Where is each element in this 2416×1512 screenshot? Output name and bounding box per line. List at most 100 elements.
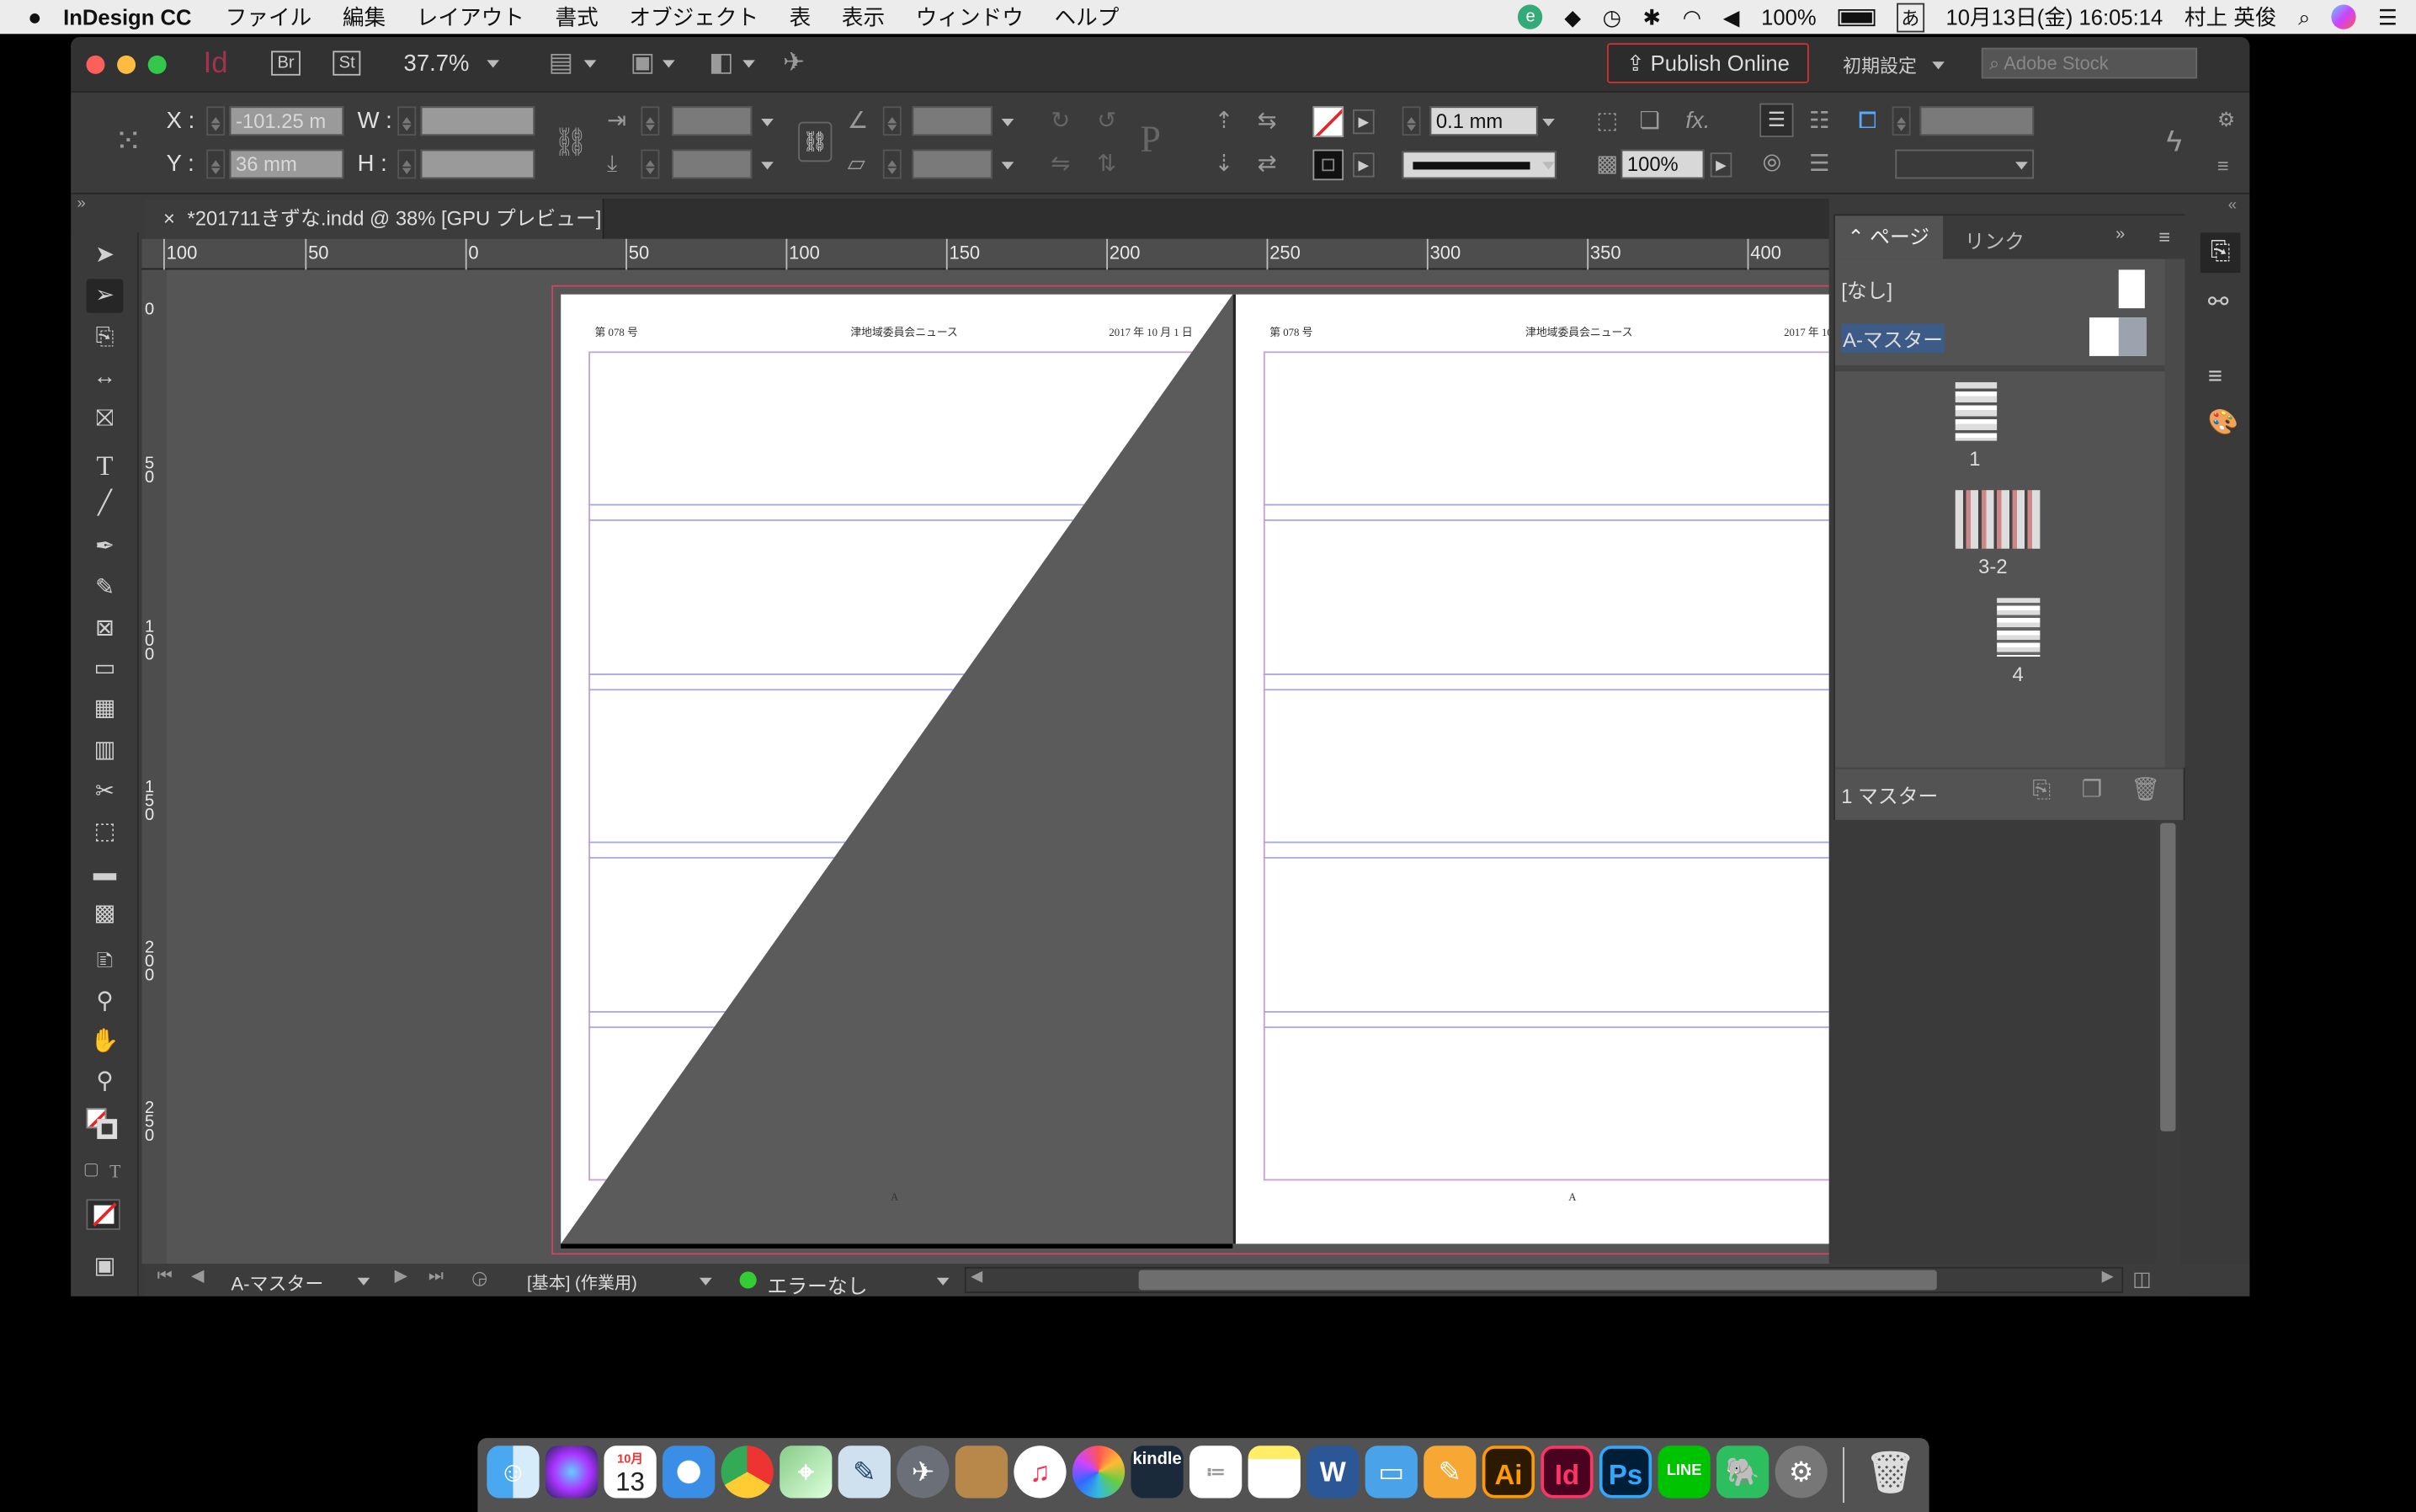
distribute-vertical-icon[interactable]: ☰ [1809, 152, 1830, 175]
line-tool-icon[interactable]: ╱ [86, 487, 123, 521]
zoom-tool-icon[interactable]: ⚲ [86, 1065, 123, 1099]
siri-icon[interactable] [2332, 4, 2357, 29]
screen-mode-icon[interactable]: ▣ [631, 50, 655, 76]
tab-pages[interactable]: ⌃ ページ [1834, 216, 1944, 259]
zoom-window-button[interactable] [147, 55, 167, 74]
page-tool-icon[interactable]: ⎘ [86, 321, 123, 354]
finder-icon[interactable]: ☺ [487, 1445, 540, 1499]
open-page-icon[interactable]: ◶ [471, 1269, 487, 1287]
horizontal-ruler[interactable]: 100 50 0 50 100 150 200 250 300 350 400 [163, 238, 1829, 270]
photoshop-icon[interactable]: Ps [1599, 1445, 1652, 1499]
notification-center-icon[interactable]: ☰ [2378, 4, 2397, 30]
constrain-scale-icon[interactable]: ⛓ [798, 121, 833, 162]
flip-vertical-icon[interactable]: ⇅ [1097, 152, 1116, 175]
scale-x-field[interactable] [672, 106, 753, 136]
vertical-ruler[interactable]: 0 50 100 150 200 250 [141, 269, 167, 1264]
system-preferences-icon[interactable]: ⚙ [1775, 1445, 1828, 1499]
select-content-icon[interactable]: ⇣ [1214, 152, 1233, 175]
itunes-icon[interactable]: ♫ [1014, 1445, 1067, 1499]
arrange-documents-icon[interactable]: ◧ [709, 50, 733, 76]
menu-file[interactable]: ファイル [226, 2, 311, 33]
container-formatting-icon[interactable]: ▢ [83, 1161, 99, 1179]
previous-page-icon[interactable]: ◀ [191, 1268, 205, 1286]
dropbox-icon[interactable]: ◆ [1564, 4, 1581, 30]
panel-collapse-icon[interactable]: » [77, 196, 86, 213]
links-panel-icon[interactable]: ⚯ [2208, 290, 2229, 316]
adobe-stock-search[interactable]: ⌕ Adobe Stock [1981, 47, 2198, 79]
calendar-icon[interactable]: 10月 13 [604, 1445, 657, 1499]
preflight-status[interactable]: エラーなし [768, 1270, 868, 1296]
panel-divider[interactable] [1834, 365, 2165, 372]
stock-button[interactable]: St [333, 51, 362, 76]
menu-edit[interactable]: 編集 [343, 2, 386, 33]
rectangle-frame-tool-icon[interactable]: ⊠ [86, 612, 123, 646]
scroll-right-icon[interactable]: ▶ [2102, 1270, 2114, 1286]
scale-y-field[interactable] [672, 149, 753, 179]
evernote-icon[interactable]: 🐘 [1716, 1445, 1769, 1499]
first-page-icon[interactable]: ⏮ [157, 1268, 173, 1286]
close-window-button[interactable] [86, 55, 105, 74]
distribute-horizontal-icon[interactable]: ⦾ [1763, 152, 1781, 175]
chrome-icon[interactable] [721, 1445, 774, 1499]
stroke-type-dropdown[interactable] [1402, 151, 1557, 179]
free-transform-tool-icon[interactable]: ⬚ [86, 815, 123, 849]
stroke-swatch[interactable] [1312, 149, 1344, 181]
new-page-icon[interactable]: ❐ [2082, 779, 2103, 801]
menu-table[interactable]: 表 [790, 2, 812, 33]
rotate-ccw-icon[interactable]: ↺ [1097, 109, 1116, 132]
frame-fitting-dropdown[interactable] [1895, 149, 2035, 179]
opacity-menu-button[interactable]: ▶ [1710, 152, 1732, 178]
pasteboard[interactable]: 第 078 号 津地域委員会ニュース 2017 年 10 月 1 日 A 第 0… [166, 269, 1829, 1264]
select-previous-icon[interactable]: ⇆ [1258, 109, 1277, 132]
screen-mode-tool-icon[interactable]: ▣ [86, 1250, 123, 1284]
gpu-performance-icon[interactable]: ✈ [783, 50, 805, 76]
workspace-switcher[interactable]: 初期設定 [1843, 52, 1917, 78]
vertical-grid-tool-icon[interactable]: ▥ [86, 733, 123, 767]
trash-icon[interactable]: 🗑 [1865, 1445, 1917, 1498]
stroke-weight-field[interactable]: 0.1 mm [1429, 106, 1538, 136]
menu-window[interactable]: ウィンドウ [916, 2, 1024, 33]
swatches-panel-icon[interactable]: 🎨 [2208, 411, 2238, 436]
kindle-icon[interactable]: kindle [1131, 1445, 1184, 1499]
content-collector-icon[interactable]: ⛝ [86, 402, 123, 436]
select-container-icon[interactable]: ⇡ [1214, 109, 1233, 132]
height-field[interactable] [420, 149, 535, 179]
menu-help[interactable]: ヘルプ [1055, 2, 1120, 33]
text-wrap-icon[interactable]: ⬚ [1596, 109, 1618, 132]
eyedropper-tool-icon[interactable]: ⚲ [86, 985, 123, 1019]
selection-tool-icon[interactable]: ➤ [86, 239, 123, 273]
menu-object[interactable]: オブジェクト [629, 2, 758, 33]
panel-menu-icon[interactable]: ≡ [2158, 225, 2170, 248]
bridge-button[interactable]: Br [271, 51, 301, 76]
text-formatting-icon[interactable]: T [109, 1162, 120, 1180]
quick-apply-icon[interactable]: ϟ [2166, 128, 2181, 157]
panel-scrollbar[interactable] [2164, 258, 2185, 768]
document-vertical-scrollbar[interactable] [2155, 819, 2180, 1264]
menu-type[interactable]: 書式 [555, 2, 598, 33]
pages-icon[interactable]: ✎ [1424, 1445, 1477, 1499]
bluetooth-icon[interactable]: ✱ [1643, 4, 1661, 30]
apple-icon[interactable]: ● [28, 4, 42, 30]
fill-stroke-swatches[interactable] [86, 1108, 118, 1139]
stroke-menu-button[interactable]: ▶ [1353, 152, 1375, 178]
time-machine-icon[interactable]: ◷ [1603, 4, 1621, 30]
evernote-status-icon[interactable]: e [1518, 4, 1543, 29]
dock-collapse-icon[interactable]: « [2228, 198, 2237, 214]
master-none[interactable]: [なし] [1841, 274, 1892, 304]
spread-3-2-thumbnail[interactable] [1955, 490, 2041, 549]
shear-angle-field[interactable] [912, 149, 992, 179]
fill-menu-button[interactable]: ▶ [1353, 109, 1375, 135]
left-page[interactable]: 第 078 号 津地域委員会ニュース 2017 年 10 月 1 日 A [561, 294, 1233, 1244]
menu-layout[interactable]: レイアウト [417, 2, 524, 33]
input-method[interactable]: あ [1896, 2, 1924, 32]
align-center-icon[interactable]: ☷ [1809, 109, 1830, 132]
rectangle-tool-icon[interactable]: ▭ [86, 652, 123, 685]
close-tab-icon[interactable]: × [163, 206, 175, 229]
pencil-tool-icon[interactable]: ✎ [86, 572, 123, 605]
word-icon[interactable]: W [1306, 1445, 1360, 1499]
keynote-icon[interactable]: ▭ [1365, 1445, 1418, 1499]
spotlight-icon[interactable]: ⌕ [2298, 4, 2310, 30]
siri-app-icon[interactable] [545, 1445, 599, 1499]
last-page-icon[interactable]: ⏭ [428, 1268, 444, 1286]
page-4-thumbnail[interactable] [1997, 598, 2041, 657]
